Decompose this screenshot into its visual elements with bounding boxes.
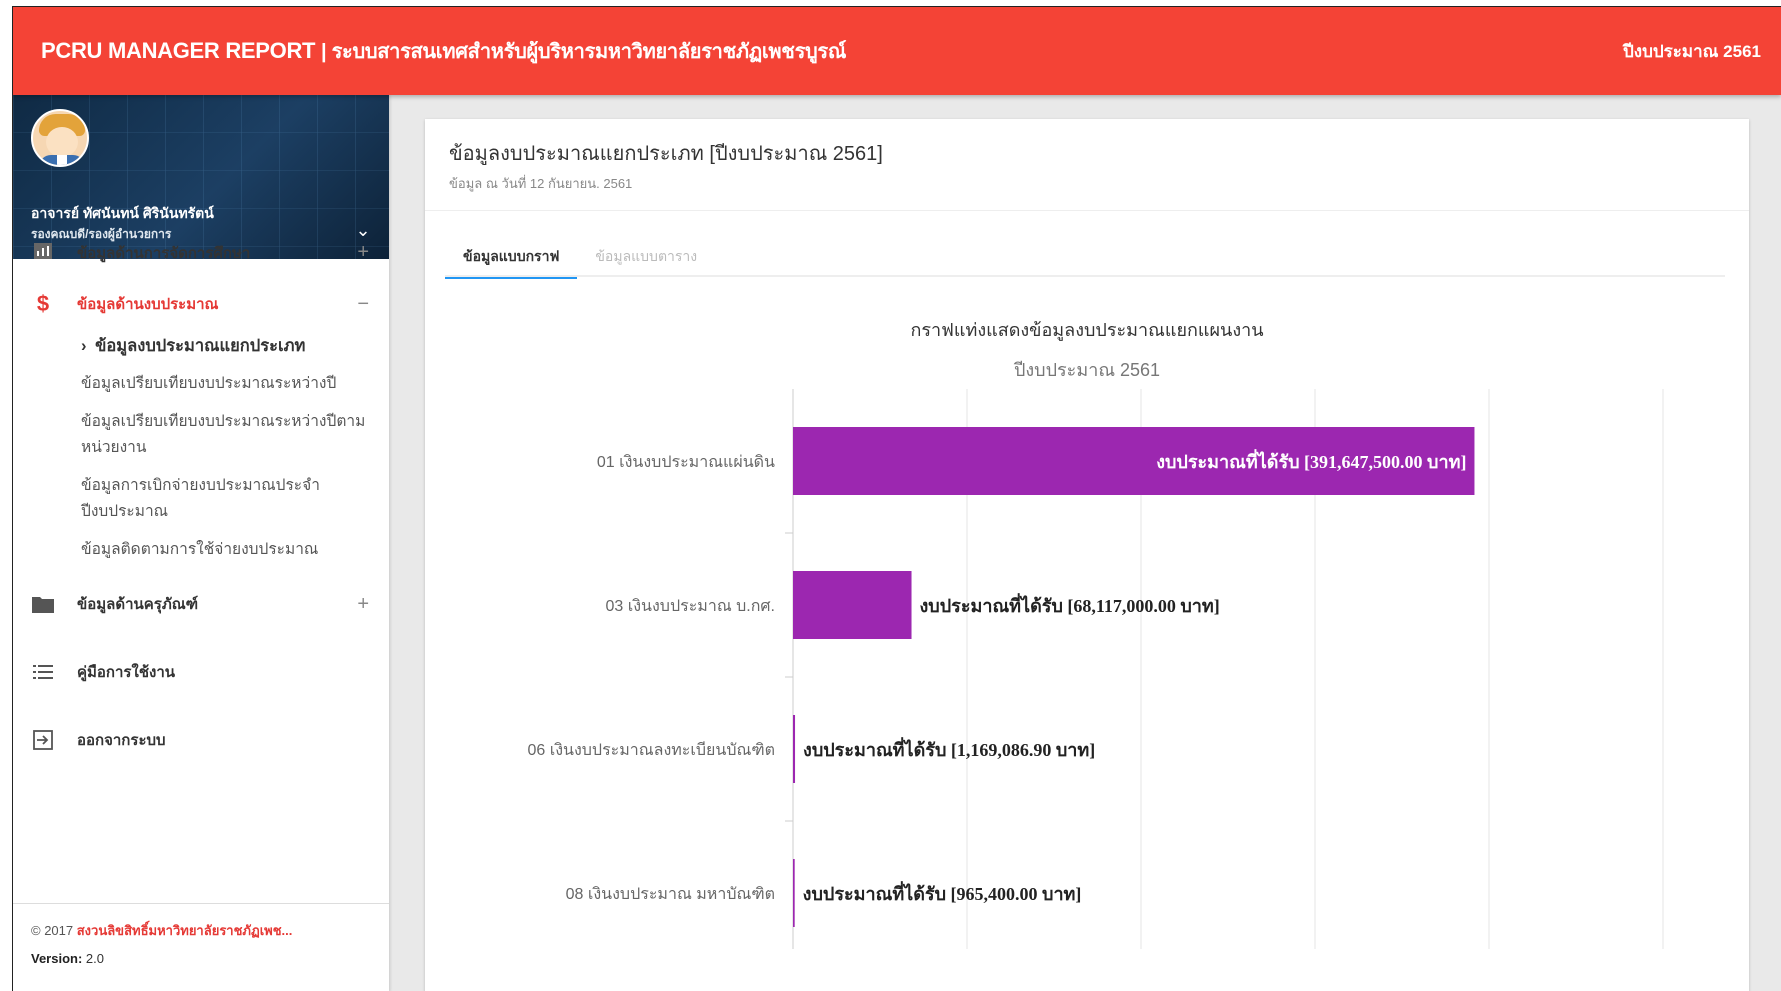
- sidebar-footer: © 2017 สงวนลิขสิทธิ์มหาวิทยาลัยราชภัฏเพช…: [13, 903, 389, 982]
- chart-bar: [793, 571, 912, 639]
- sidebar-item-education[interactable]: ข้อมูลด้านการจัดการศึกษา +: [13, 241, 389, 265]
- app-title[interactable]: PCRU MANAGER REPORT | ระบบสารสนเทศสำหรับ…: [41, 35, 846, 67]
- expand-icon[interactable]: +: [357, 593, 369, 616]
- sidebar: อาจารย์ ทัศนันทน์ ศิรินันทรัตน์ รองคณบดี…: [13, 95, 389, 991]
- app-frame: PCRU MANAGER REPORT | ระบบสารสนเทศสำหรับ…: [12, 6, 1781, 991]
- sidebar-menu: ข้อมูลด้านการจัดการศึกษา + $ ข้อมูลด้านง…: [13, 241, 389, 769]
- chevron-down-icon[interactable]: ⌄: [351, 219, 375, 243]
- list-icon: [31, 662, 55, 682]
- card-title: ข้อมูลงบประมาณแยกประเภท [ปีงบประมาณ 2561…: [449, 143, 883, 165]
- submenu-item-budget-compare-units[interactable]: ข้อมูลเปรียบเทียบงบประมาณระหว่างปีตามหน่…: [81, 409, 369, 461]
- view-tabs: ข้อมูลแบบกราฟ ข้อมูลแบบตาราง: [445, 237, 1725, 279]
- sidebar-item-label: ออกจากระบบ: [77, 732, 166, 749]
- sidebar-item-label: ข้อมูลด้านการจัดการศึกษา: [77, 245, 251, 262]
- sidebar-item-budget[interactable]: $ ข้อมูลด้านงบประมาณ −: [13, 275, 389, 333]
- sidebar-item-label: ข้อมูลด้านงบประมาณ: [77, 296, 219, 313]
- top-app-bar: PCRU MANAGER REPORT | ระบบสารสนเทศสำหรับ…: [13, 7, 1781, 95]
- budget-submenu: › ข้อมูลงบประมาณแยกประเภท ข้อมูลเปรียบเท…: [13, 333, 389, 563]
- sidebar-item-manual[interactable]: คู่มือการใช้งาน: [13, 643, 389, 701]
- sidebar-item-equipment[interactable]: ข้อมูลด้านครุภัณฑ์ +: [13, 575, 389, 633]
- version-info: Version: 2.0: [31, 951, 104, 966]
- sidebar-item-logout[interactable]: ออกจากระบบ: [13, 711, 389, 769]
- chart-icon: [31, 241, 55, 261]
- tab-table[interactable]: ข้อมูลแบบตาราง: [577, 237, 715, 277]
- user-name: อาจารย์ ทัศนันทน์ ศิรินันทรัตน์: [31, 205, 214, 221]
- chart-data-label: งบประมาณที่ได้รับ [391,647,500.00 บาท]: [1156, 449, 1466, 472]
- chart-data-label: งบประมาณที่ได้รับ [965,400.00 บาท]: [803, 881, 1082, 904]
- chart-subtitle: ปีงบประมาณ 2561: [1013, 360, 1161, 380]
- chart-category-label: 06 เงินงบประมาณลงทะเบียนบัณฑิต: [527, 741, 775, 759]
- sidebar-item-label: คู่มือการใช้งาน: [77, 664, 175, 681]
- avatar: [31, 109, 89, 167]
- chevron-right-icon: ›: [81, 337, 87, 355]
- submenu-item-budget-disbursement[interactable]: ข้อมูลการเบิกจ่ายงบประมาณประจำปีงบประมาณ: [81, 473, 369, 525]
- user-profile-panel: อาจารย์ ทัศนันทน์ ศิรินันทรัตน์ รองคณบดี…: [13, 95, 389, 259]
- chart-category-label: 03 เงินงบประมาณ บ.กศ.: [606, 598, 775, 615]
- budget-bar-chart: 01 เงินงบประมาณแผ่นดินงบประมาณที่ได้รับ …: [527, 389, 1664, 949]
- chart-category-label: 01 เงินงบประมาณแผ่นดิน: [597, 454, 775, 471]
- dollar-icon: $: [36, 291, 50, 316]
- submenu-item-budget-by-type[interactable]: › ข้อมูลงบประมาณแยกประเภท: [81, 333, 369, 359]
- card-header: ข้อมูลงบประมาณแยกประเภท [ปีงบประมาณ 2561…: [425, 119, 1749, 211]
- chart-category-label: 08 เงินงบประมาณ มหาบัณฑิต: [566, 886, 775, 903]
- expand-icon[interactable]: +: [357, 241, 369, 264]
- folder-icon: [31, 594, 55, 614]
- chart-data-label: งบประมาณที่ได้รับ [1,169,086.90 บาท]: [803, 737, 1095, 760]
- chart-title: กราฟแท่งแสดงข้อมูลงบประมาณแยกแผนงาน: [910, 320, 1264, 340]
- main-content: ข้อมูลงบประมาณแยกประเภท [ปีงบประมาณ 2561…: [389, 95, 1781, 991]
- submenu-item-budget-compare-years[interactable]: ข้อมูลเปรียบเทียบงบประมาณระหว่างปี: [81, 371, 369, 397]
- fiscal-year-label[interactable]: ปีงบประมาณ 2561: [1623, 38, 1761, 65]
- collapse-icon[interactable]: −: [357, 293, 369, 316]
- chart-data-label: งบประมาณที่ได้รับ [68,117,000.00 บาท]: [920, 593, 1220, 616]
- app-title-subtitle: | ระบบสารสนเทศสำหรับผู้บริหารมหาวิทยาลัย…: [321, 41, 847, 63]
- copyright-link[interactable]: สงวนลิขสิทธิ์มหาวิทยาลัยราชภัฏเพช...: [77, 923, 293, 938]
- tab-graph[interactable]: ข้อมูลแบบกราฟ: [445, 237, 578, 279]
- submenu-item-budget-tracking[interactable]: ข้อมูลติดตามการใช้จ่ายงบประมาณ: [81, 537, 369, 563]
- app-title-main: PCRU MANAGER REPORT: [41, 38, 316, 63]
- chart-bar: [793, 859, 795, 927]
- sidebar-item-label: ข้อมูลด้านครุภัณฑ์: [77, 596, 199, 613]
- logout-icon: [31, 730, 55, 750]
- copyright: © 2017 สงวนลิขสิทธิ์มหาวิทยาลัยราชภัฏเพช…: [31, 923, 293, 938]
- report-card: ข้อมูลงบประมาณแยกประเภท [ปีงบประมาณ 2561…: [425, 119, 1749, 991]
- chart-bar: [793, 715, 796, 783]
- card-subtitle: ข้อมูล ณ วันที่ 12 กันยายน. 2561: [449, 176, 633, 191]
